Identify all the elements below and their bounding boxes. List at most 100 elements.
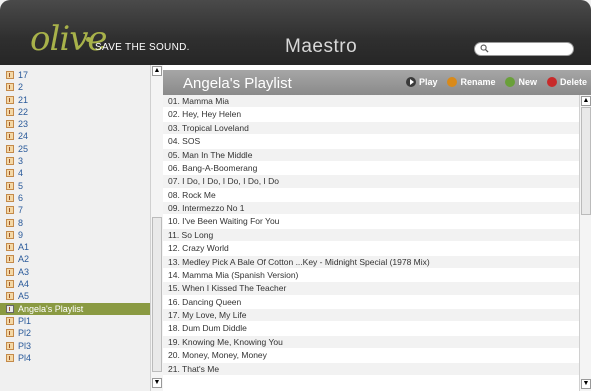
sidebar-item-label: A4	[18, 279, 30, 290]
sidebar-item-playlist[interactable]: A4	[0, 278, 150, 290]
delete-icon	[546, 77, 557, 87]
playlist-icon	[6, 353, 14, 362]
sidebar-item-playlist[interactable]: 9	[0, 229, 150, 241]
song-row[interactable]: 19. Knowing Me, Knowing You	[163, 335, 579, 350]
sidebar-item-label: Pl1	[18, 315, 32, 326]
playlist-header: Angela's Playlist Play Rename New Delete	[163, 70, 591, 95]
playlist-icon	[6, 230, 14, 239]
sidebar-item-playlist[interactable]: 22	[0, 106, 150, 118]
song-row[interactable]: 17. My Love, My Life	[163, 309, 579, 323]
sidebar-item-playlist[interactable]: 21	[0, 94, 150, 106]
song-row[interactable]: 01. Mamma Mia	[163, 95, 579, 109]
playlist-icon	[6, 329, 14, 338]
song-row[interactable]: 03. Tropical Loveland	[163, 121, 579, 136]
header-bar: olive SAVE THE SOUND. Maestro	[0, 0, 591, 65]
song-row[interactable]: 05. Man In The Middle	[163, 148, 579, 162]
song-row[interactable]: 08. Rock Me	[163, 188, 579, 202]
sidebar-item-playlist[interactable]: 25	[0, 143, 150, 155]
song-row[interactable]: 12. Crazy World	[163, 242, 579, 256]
sidebar-item-playlist[interactable]: A2	[0, 253, 150, 265]
song-scroll-thumb[interactable]	[581, 107, 591, 215]
new-button[interactable]: New	[505, 77, 537, 87]
search-icon	[480, 44, 489, 53]
sidebar-item-playlist[interactable]: Pl1	[0, 315, 150, 327]
tagline: SAVE THE SOUND.	[95, 42, 190, 53]
playlist-icon	[6, 120, 14, 129]
playlist-icon	[6, 71, 14, 79]
playlist-icon	[6, 255, 14, 264]
sidebar-item-playlist[interactable]: Pl4	[0, 352, 150, 364]
playlist-icon	[6, 206, 14, 215]
playlist-icon	[6, 292, 14, 301]
sidebar-item-label: Pl2	[18, 328, 32, 339]
play-button[interactable]: Play	[405, 77, 438, 87]
sidebar-item-label: 24	[18, 131, 29, 142]
playlist-icon	[6, 341, 14, 350]
sidebar-item-label: 2	[18, 82, 24, 93]
song-row[interactable]: 15. When I Kissed The Teacher	[163, 282, 579, 296]
sidebar-item-playlist[interactable]: 17	[0, 69, 150, 81]
sidebar-item-playlist[interactable]: 23	[0, 118, 150, 130]
song-row[interactable]: 16. Dancing Queen	[163, 295, 579, 309]
song-row[interactable]: 07. I Do, I Do, I Do, I Do, I Do	[163, 175, 579, 189]
sidebar-item-label: 23	[18, 119, 29, 130]
search-box[interactable]	[474, 42, 574, 56]
sidebar-item-label: 22	[18, 106, 29, 117]
delete-button[interactable]: Delete	[546, 77, 587, 87]
sidebar-item-label: A1	[18, 242, 30, 253]
sidebar-scrollbar[interactable]: ▲ ▼	[150, 65, 163, 391]
app-window: olive SAVE THE SOUND. Maestro 17 2 21 22 23 2…	[0, 0, 591, 391]
playlist-icon	[6, 243, 14, 252]
playlist-icon	[6, 169, 14, 178]
song-row[interactable]: 21. That's Me	[163, 362, 579, 376]
playlist-icon	[6, 107, 14, 116]
sidebar-item-playlist[interactable]: Pl2	[0, 327, 150, 339]
song-row[interactable]: 13. Medley Pick A Bale Of Cotton ...Key …	[163, 255, 579, 269]
sidebar-item-playlist[interactable]: 6	[0, 192, 150, 204]
sidebar-item-playlist[interactable]: 3	[0, 155, 150, 167]
sidebar-item-playlist[interactable]: 8	[0, 217, 150, 229]
sidebar-item-playlist[interactable]: A5	[0, 290, 150, 302]
sidebar-item-playlist[interactable]: 5	[0, 180, 150, 192]
song-row[interactable]: 14. Mamma Mia (Spanish Version)	[163, 268, 579, 283]
delete-label: Delete	[559, 77, 587, 87]
search-input[interactable]	[491, 43, 569, 55]
sidebar-item-label: 7	[18, 205, 24, 216]
sidebar-item-playlist[interactable]: 7	[0, 204, 150, 216]
song-row[interactable]: 11. So Long	[163, 228, 579, 243]
song-row[interactable]: 20. Money, Money, Money	[163, 349, 579, 363]
sidebar-item-playlist[interactable]: Pl3	[0, 340, 150, 352]
song-row[interactable]: 18. Dum Dum Diddle	[163, 322, 579, 336]
sidebar-item-playlist[interactable]: 24	[0, 130, 150, 142]
playlist-icon	[6, 144, 14, 153]
playlist-icon	[6, 95, 14, 104]
song-row[interactable]: 04. SOS	[163, 135, 579, 149]
song-row[interactable]: 02. Hey, Hey Helen	[163, 108, 579, 122]
sidebar-item-label: 3	[18, 156, 24, 167]
playlist-title: Angela's Playlist	[183, 75, 292, 92]
sidebar-item-playlist[interactable]: A3	[0, 266, 150, 278]
song-row[interactable]: 09. Intermezzo No 1	[163, 202, 579, 216]
sidebar-item-playlist[interactable]: 2	[0, 81, 150, 93]
playlist-icon	[6, 132, 14, 141]
sidebar-item-label: 21	[18, 94, 29, 105]
sidebar-item-playlist[interactable]: Angela's Playlist	[0, 302, 150, 315]
play-label: Play	[418, 77, 438, 87]
rename-button[interactable]: Rename	[447, 77, 495, 87]
sidebar-item-label: Pl3	[18, 340, 32, 351]
playlist-icon	[6, 267, 14, 276]
scroll-up-arrow-icon[interactable]: ▲	[581, 96, 591, 106]
sidebar-item-playlist[interactable]: 4	[0, 167, 150, 179]
scroll-up-arrow-icon[interactable]: ▲	[152, 66, 162, 76]
app-title: Maestro	[285, 36, 358, 57]
song-row[interactable]: 06. Bang-A-Boomerang	[163, 161, 579, 176]
song-list-scrollbar[interactable]: ▲ ▼	[579, 95, 591, 391]
playlist-icon	[6, 218, 14, 227]
playlist-icon	[6, 316, 14, 325]
sidebar-item-playlist[interactable]: A1	[0, 241, 150, 253]
song-row[interactable]: 10. I've Been Waiting For You	[163, 215, 579, 229]
scroll-down-arrow-icon[interactable]: ▼	[581, 379, 591, 389]
scroll-down-arrow-icon[interactable]: ▼	[152, 378, 162, 388]
sidebar-scroll-thumb[interactable]	[152, 217, 162, 372]
sidebar-item-label: 4	[18, 168, 24, 179]
